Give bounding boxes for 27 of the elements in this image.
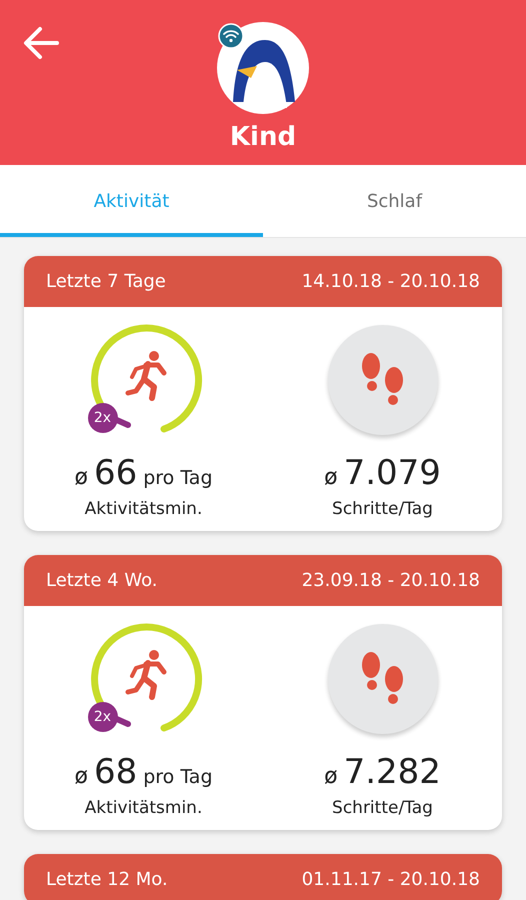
steps-value: 7.282 <box>344 752 441 792</box>
average-sign: ø <box>324 465 338 490</box>
average-sign: ø <box>324 764 338 789</box>
back-arrow-icon <box>23 26 59 60</box>
period-label: Letzte 12 Mo. <box>46 869 168 890</box>
runner-icon <box>124 351 170 401</box>
minutes-value: 66 <box>94 453 138 493</box>
period-label: Letzte 7 Tage <box>46 271 166 292</box>
stat-label: Schritte/Tag <box>332 798 433 818</box>
unit-label: pro Tag <box>143 766 213 788</box>
multiplier-badge: 2x <box>88 403 118 433</box>
unit-label: pro Tag <box>143 467 213 489</box>
stat-label: Schritte/Tag <box>332 499 433 519</box>
steps-value: 7.079 <box>344 453 441 493</box>
date-range: 14.10.18 - 20.10.18 <box>302 271 480 292</box>
average-sign: ø <box>74 764 88 789</box>
date-range: 01.11.17 - 20.10.18 <box>302 869 480 890</box>
date-range: 23.09.18 - 20.10.18 <box>302 570 480 591</box>
multiplier-badge: 2x <box>88 702 118 732</box>
average-sign: ø <box>74 465 88 490</box>
stat-label: Aktivitätsmin. <box>84 499 202 519</box>
back-button[interactable] <box>22 26 60 60</box>
runner-icon <box>124 650 170 700</box>
period-label: Letzte 4 Wo. <box>46 570 158 591</box>
minutes-value: 68 <box>94 752 138 792</box>
profile-name: Kind <box>230 122 296 152</box>
stat-label: Aktivitätsmin. <box>84 798 202 818</box>
